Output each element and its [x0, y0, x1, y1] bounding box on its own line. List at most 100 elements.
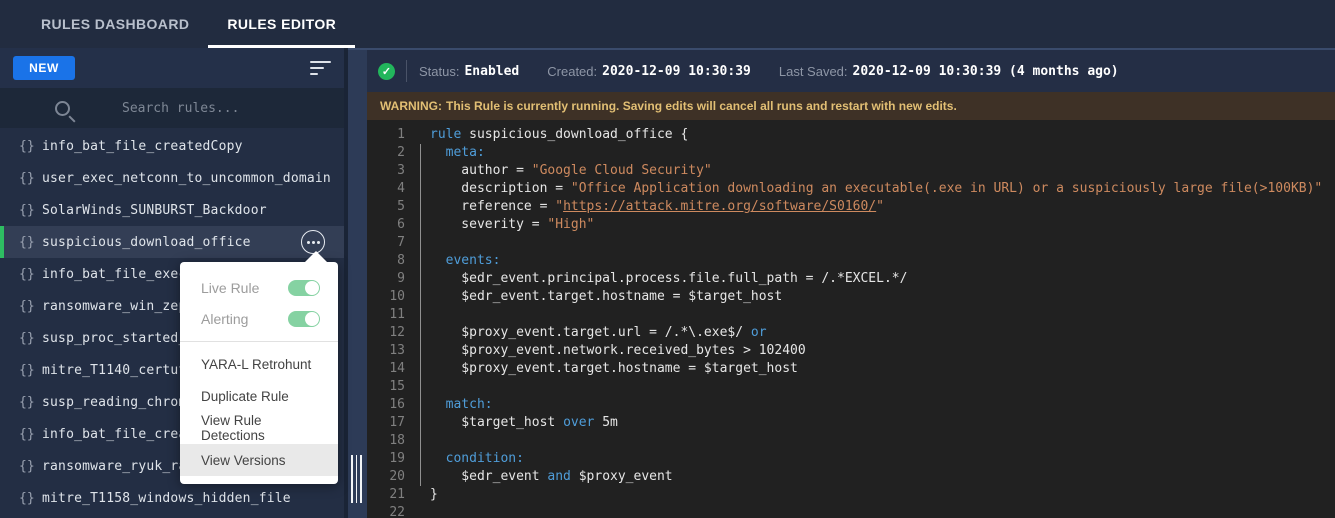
- braces-icon: {}: [19, 427, 42, 442]
- code-token: 5m: [594, 415, 617, 430]
- context-menu-toggle-row: Alerting: [180, 303, 338, 334]
- code-line: 22: [367, 504, 1335, 518]
- code-line: 1rule suspicious_download_office {: [367, 126, 1335, 144]
- code-token: events:: [446, 253, 501, 268]
- status-value: Enabled: [464, 64, 519, 79]
- line-number: 11: [367, 306, 405, 324]
- status-divider: [406, 60, 407, 82]
- code-token: description =: [430, 181, 571, 196]
- code-line: 14 $proxy_event.target.hostname = $targe…: [367, 360, 1335, 378]
- code-lines: 1rule suspicious_download_office {2 meta…: [367, 126, 1335, 518]
- line-number: 19: [367, 450, 405, 468]
- last-saved-value: 2020-12-09 10:30:39 (4 months ago): [853, 64, 1119, 79]
- rule-list-item[interactable]: {}mitre_T1158_windows_hidden_file: [0, 482, 344, 514]
- braces-icon: {}: [19, 459, 42, 474]
- code-text: reference = "https://attack.mitre.org/so…: [405, 198, 884, 216]
- rule-list-item[interactable]: {}info_bat_file_createdCopy: [0, 130, 344, 162]
- toggle-switch-on[interactable]: [288, 311, 320, 327]
- context-menu-toggle-row: Live Rule: [180, 272, 338, 303]
- code-token: $proxy_event.target.hostname = $target_h…: [430, 361, 798, 376]
- code-token: author =: [430, 163, 532, 178]
- search-rules-input[interactable]: [122, 101, 344, 116]
- more-dot: [307, 241, 310, 244]
- code-line: 15: [367, 378, 1335, 396]
- search-bar: [0, 88, 344, 128]
- resize-handle[interactable]: [351, 455, 362, 503]
- yara-l-code-editor[interactable]: 1rule suspicious_download_office {2 meta…: [367, 120, 1335, 518]
- rule-name: mitre_T1140_certut: [42, 363, 186, 378]
- code-token: condition:: [446, 451, 524, 466]
- code-token: https://attack.mitre.org/software/S0160/: [563, 199, 876, 214]
- code-token: $edr_event.target.hostname = $target_hos…: [430, 289, 782, 304]
- rule-name: user_exec_netconn_to_uncommon_domain: [42, 171, 331, 186]
- rule-name: ransomware_ryuk_ra: [42, 459, 186, 474]
- rule-name: ransomware_win_zep: [42, 299, 186, 314]
- braces-icon: {}: [19, 395, 42, 410]
- indent-guide: [420, 144, 421, 486]
- rule-name: mitre_T1158_windows_hidden_file: [42, 491, 291, 506]
- code-token: $proxy_event.network.received_bytes > 10…: [430, 343, 806, 358]
- new-rule-button[interactable]: NEW: [13, 56, 75, 80]
- rule-list-item[interactable]: {}user_exec_netconn_to_uncommon_domain: [0, 162, 344, 194]
- code-line: 10 $edr_event.target.hostname = $target_…: [367, 288, 1335, 306]
- code-line: 21}: [367, 486, 1335, 504]
- code-token: reference =: [430, 199, 555, 214]
- line-number: 2: [367, 144, 405, 162]
- line-number: 20: [367, 468, 405, 486]
- created-label: Created:: [547, 64, 597, 79]
- line-number: 7: [367, 234, 405, 252]
- code-text: rule suspicious_download_office {: [405, 126, 688, 144]
- created-value: 2020-12-09 10:30:39: [602, 64, 751, 79]
- code-text: [405, 378, 430, 396]
- code-line: 16 match:: [367, 396, 1335, 414]
- code-token: [430, 145, 446, 160]
- tab-rules-editor[interactable]: RULES EDITOR: [208, 0, 355, 48]
- context-menu-item[interactable]: YARA-L Retrohunt: [180, 348, 338, 380]
- braces-icon: {}: [19, 491, 42, 506]
- code-line: 9 $edr_event.principal.process.file.full…: [367, 270, 1335, 288]
- line-number: 9: [367, 270, 405, 288]
- code-text: $edr_event.principal.process.file.full_p…: [405, 270, 907, 288]
- code-line: 11: [367, 306, 1335, 324]
- running-warning-banner: WARNING: This Rule is currently running.…: [367, 92, 1335, 120]
- line-number: 10: [367, 288, 405, 306]
- code-token: severity =: [430, 217, 547, 232]
- sidebar-toolbar: NEW: [0, 48, 344, 88]
- line-number: 1: [367, 126, 405, 144]
- code-token: }: [430, 487, 438, 502]
- code-token: "Google Cloud Security": [532, 163, 712, 178]
- code-token: ": [555, 199, 563, 214]
- code-token: over: [563, 415, 594, 430]
- status-field: Status: Enabled: [419, 64, 519, 79]
- line-number: 18: [367, 432, 405, 450]
- code-text: $proxy_event.target.hostname = $target_h…: [405, 360, 798, 378]
- rule-list-item[interactable]: {}suspicious_download_office: [0, 226, 344, 258]
- more-dot: [312, 241, 315, 244]
- code-token: "Office Application downloading an execu…: [571, 181, 1322, 196]
- rule-status-bar: ✓ Status: Enabled Created: 2020-12-09 10…: [367, 50, 1335, 92]
- context-menu-item[interactable]: View Rule Detections: [180, 412, 338, 444]
- context-menu-item[interactable]: Duplicate Rule: [180, 380, 338, 412]
- code-text: meta:: [405, 144, 485, 162]
- code-token: match:: [446, 397, 493, 412]
- rule-name: SolarWinds_SUNBURST_Backdoor: [42, 203, 267, 218]
- sort-filter-icon[interactable]: [310, 61, 332, 75]
- line-number: 4: [367, 180, 405, 198]
- toggle-switch-on[interactable]: [288, 280, 320, 296]
- code-line: 17 $target_host over 5m: [367, 414, 1335, 432]
- code-token: [430, 397, 446, 412]
- last-saved-field: Last Saved: 2020-12-09 10:30:39 (4 month…: [779, 64, 1119, 79]
- tab-rules-dashboard[interactable]: RULES DASHBOARD: [22, 0, 208, 48]
- line-number: 22: [367, 504, 405, 518]
- context-menu-item[interactable]: View Versions: [180, 444, 338, 476]
- rule-name: suspicious_download_office: [42, 235, 251, 250]
- braces-icon: {}: [19, 331, 42, 346]
- code-text: $edr_event and $proxy_event: [405, 468, 673, 486]
- rule-list-item[interactable]: {}SolarWinds_SUNBURST_Backdoor: [0, 194, 344, 226]
- code-token: [430, 451, 446, 466]
- code-token: "High": [547, 217, 594, 232]
- status-label: Status:: [419, 64, 459, 79]
- code-text: [405, 306, 430, 324]
- toggle-label: Live Rule: [201, 280, 259, 296]
- line-number: 12: [367, 324, 405, 342]
